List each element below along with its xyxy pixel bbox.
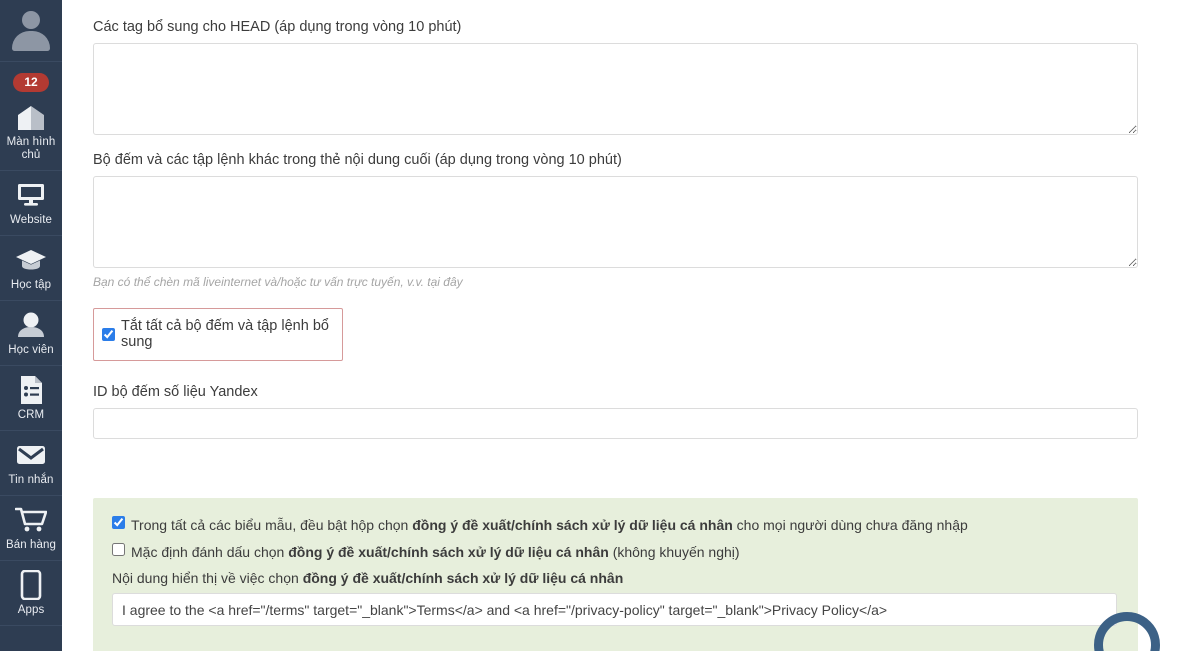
sidebar-item-apps[interactable]: Apps xyxy=(0,561,62,626)
head-tags-group: Các tag bổ sung cho HEAD (áp dụng trong … xyxy=(93,18,1169,135)
sidebar-item-label: CRM xyxy=(17,409,45,421)
sidebar-item-website[interactable]: Website xyxy=(0,171,62,236)
sidebar-item-label: Học viên xyxy=(8,344,54,356)
counters-label: Bộ đếm và các tập lệnh khác trong thẻ nộ… xyxy=(93,152,622,168)
sidebar-item-label: Màn hình chủ xyxy=(6,136,56,161)
show-consent-checkbox[interactable] xyxy=(112,516,125,529)
main-content: Các tag bổ sung cho HEAD (áp dụng trong … xyxy=(62,0,1199,651)
yandex-counter-id-input[interactable] xyxy=(93,408,1138,439)
counters-group: Bộ đếm và các tập lệnh khác trong thẻ nộ… xyxy=(93,151,1169,289)
head-tags-textarea[interactable] xyxy=(93,43,1138,135)
show-consent-row[interactable]: Trong tất cả các biểu mẫu, đều bật hộp c… xyxy=(112,516,1119,534)
show-consent-text-before: Trong tất cả các biểu mẫu, đều bật hộp c… xyxy=(131,517,413,533)
notification-badge-wrap[interactable]: 12 xyxy=(0,62,62,102)
mobile-phone-icon xyxy=(14,570,48,600)
sidebar: 12 Màn hình chủ Website Học tập Học viên… xyxy=(0,0,62,651)
default-checked-label[interactable]: Mặc định đánh dấu chọn đồng ý đề xuất/ch… xyxy=(131,543,740,561)
sidebar-item-messages[interactable]: Tin nhắn xyxy=(0,431,62,496)
consent-content-label: Nội dung hiển thị về việc chọn đồng ý đề… xyxy=(112,570,1119,586)
show-consent-text-bold: đồng ý đề xuất/chính sách xử lý dữ liệu … xyxy=(412,517,733,533)
graduation-cap-icon xyxy=(14,245,48,275)
avatar[interactable] xyxy=(0,0,62,62)
counters-help-text: Bạn có thể chèn mã liveinternet và/hoặc … xyxy=(93,275,463,289)
sidebar-item-label: Bán hàng xyxy=(5,539,57,551)
sidebar-item-learning[interactable]: Học tập xyxy=(0,236,62,301)
sidebar-item-sales[interactable]: Bán hàng xyxy=(0,496,62,561)
default-checked-text-before: Mặc định đánh dấu chọn xyxy=(131,544,289,560)
head-tags-label: Các tag bổ sung cho HEAD (áp dụng trong … xyxy=(93,19,462,35)
sidebar-item-label: Học tập xyxy=(10,279,52,291)
document-icon xyxy=(14,375,48,405)
envelope-icon xyxy=(14,440,48,470)
yandex-label: ID bộ đếm số liệu Yandex xyxy=(93,384,258,400)
default-checked-text-after: (không khuyến nghị) xyxy=(608,544,740,560)
yandex-group: ID bộ đếm số liệu Yandex xyxy=(93,383,1169,439)
user-avatar-icon xyxy=(9,9,53,53)
consent-content-text-before: Nội dung hiển thị về việc chọn xyxy=(112,570,303,586)
sidebar-item-label: Website xyxy=(9,214,53,226)
consent-content-text-bold: đồng ý đề xuất/chính sách xử lý dữ liệu … xyxy=(302,570,624,586)
disable-counters-container[interactable]: Tắt tất cả bộ đếm và tập lệnh bổ sung xyxy=(93,308,343,361)
sidebar-item-students[interactable]: Học viên xyxy=(0,301,62,366)
shopping-cart-icon xyxy=(14,505,48,535)
counters-textarea[interactable] xyxy=(93,176,1138,268)
sidebar-item-label: Tin nhắn xyxy=(8,474,54,486)
sidebar-item-home[interactable]: Màn hình chủ xyxy=(0,102,62,171)
default-checked-row[interactable]: Mặc định đánh dấu chọn đồng ý đề xuất/ch… xyxy=(112,543,1119,561)
monitor-icon xyxy=(14,180,48,210)
app-root: 12 Màn hình chủ Website Học tập Học viên… xyxy=(0,0,1199,651)
status-badge: 12 xyxy=(13,72,49,92)
home-icon xyxy=(14,102,48,132)
show-consent-label[interactable]: Trong tất cả các biểu mẫu, đều bật hộp c… xyxy=(131,516,968,534)
disable-counters-label[interactable]: Tắt tất cả bộ đếm và tập lệnh bổ sung xyxy=(121,318,332,350)
person-icon xyxy=(14,310,48,340)
disable-counters-checkbox[interactable] xyxy=(102,327,115,341)
consent-content-input[interactable] xyxy=(112,593,1117,626)
default-checked-checkbox[interactable] xyxy=(112,543,125,556)
sidebar-item-crm[interactable]: CRM xyxy=(0,366,62,431)
sidebar-item-label: Apps xyxy=(17,604,45,616)
default-checked-text-bold: đồng ý đề xuất/chính sách xử lý dữ liệu … xyxy=(288,544,609,560)
show-consent-text-after: cho mọi người dùng chưa đăng nhập xyxy=(732,517,968,533)
consent-panel: Trong tất cả các biểu mẫu, đều bật hộp c… xyxy=(93,498,1160,651)
